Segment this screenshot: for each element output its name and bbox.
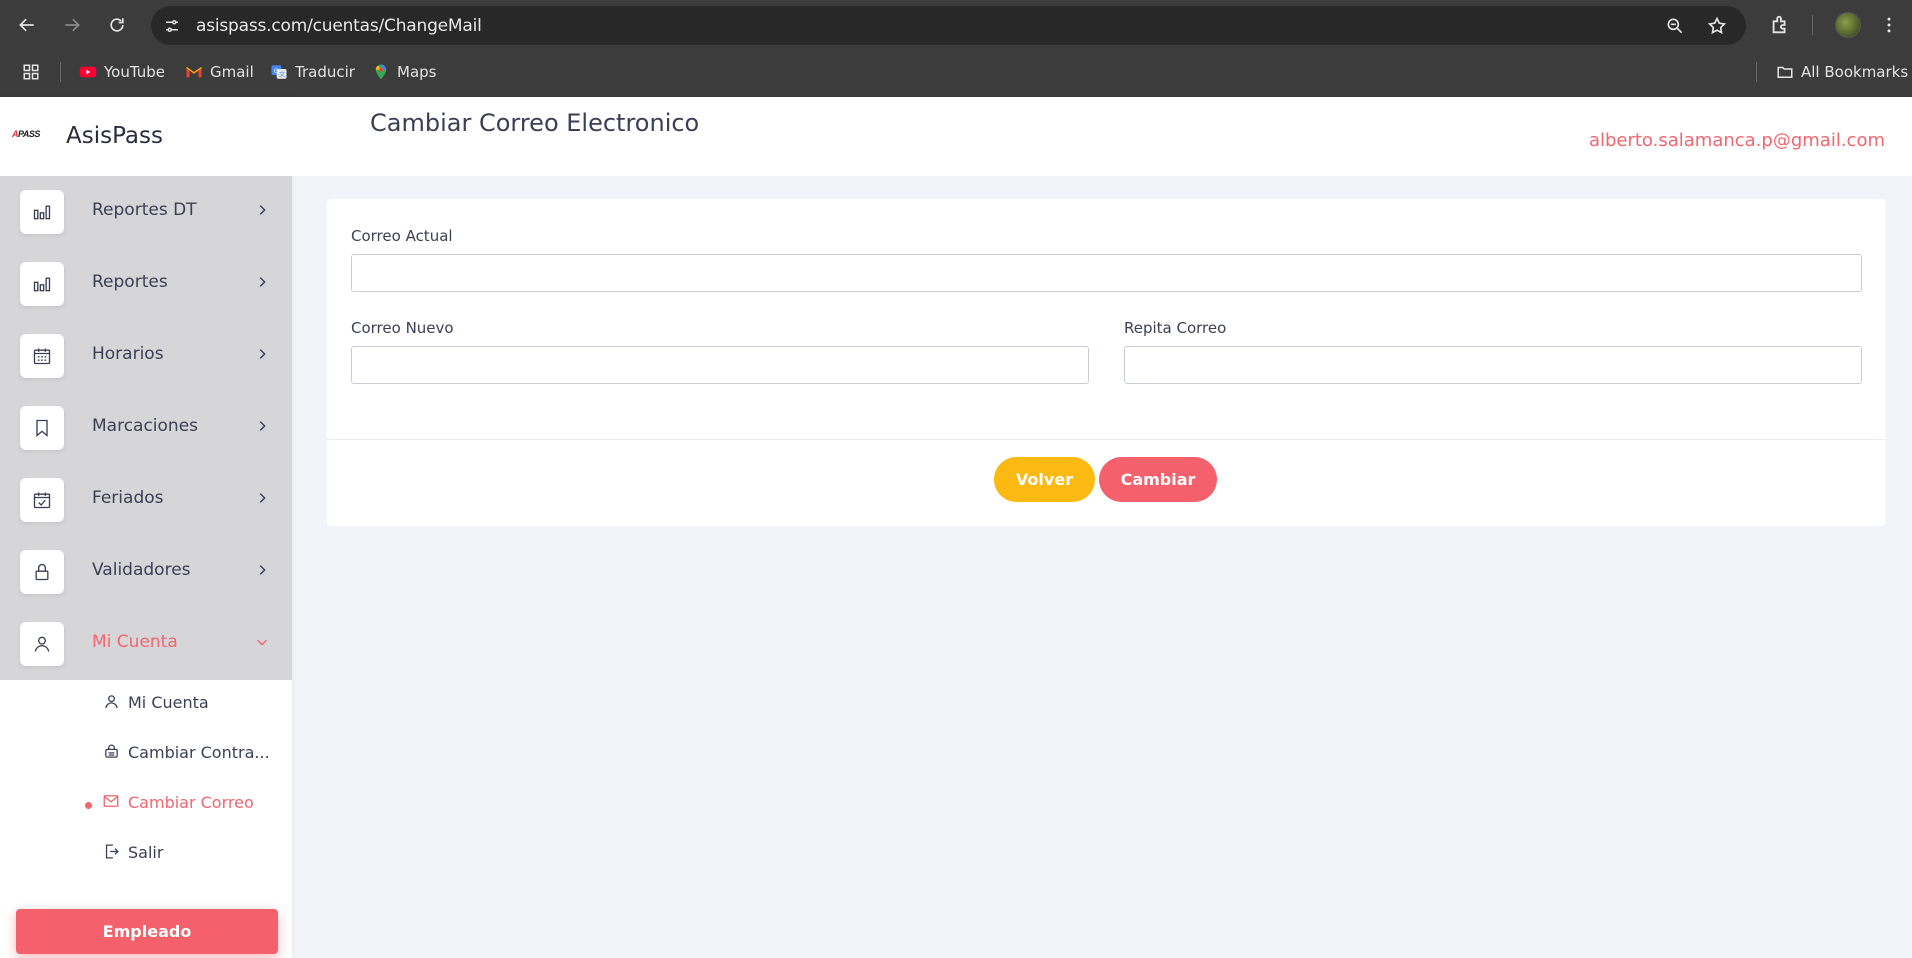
sidebar-item-reportes-dt[interactable]: Reportes DT xyxy=(0,176,292,248)
repeat-email-label: Repita Correo xyxy=(1124,319,1227,337)
folder-icon xyxy=(1776,63,1794,81)
sidebar-item-label: Marcaciones xyxy=(92,416,199,436)
browser-toolbar: asispass.com/cuentas/ChangeMail xyxy=(0,0,1912,50)
sidebar-item-label: Feriados xyxy=(92,488,164,508)
back-icon[interactable] xyxy=(12,10,42,40)
calendar-check-icon xyxy=(20,478,64,522)
all-bookmarks-label: All Bookmarks xyxy=(1801,63,1909,81)
chevron-down-icon xyxy=(254,634,270,650)
active-indicator-dot xyxy=(85,802,92,809)
bookmark-label: YouTube xyxy=(104,63,165,81)
bookmark-gmail[interactable]: Gmail xyxy=(185,59,254,85)
brand-name: AsisPass xyxy=(66,123,163,149)
submenu-item-label: Cambiar Correo xyxy=(128,793,254,812)
maps-icon xyxy=(372,63,390,81)
brand-header[interactable]: APASS AsisPass xyxy=(0,97,292,176)
sidebar-submenu: Mi Cuenta Cambiar Contra... Cambiar Corr… xyxy=(0,680,292,880)
site-info-icon[interactable] xyxy=(161,15,183,37)
svg-text:文: 文 xyxy=(279,71,285,79)
bookmark-icon xyxy=(20,406,64,450)
new-email-label: Correo Nuevo xyxy=(351,319,454,337)
submenu-item-salir[interactable]: Salir xyxy=(0,830,292,870)
current-email-label: Correo Actual xyxy=(351,227,453,245)
brand-logo: APASS xyxy=(12,129,40,139)
page-header: Cambiar Correo Electronico alberto.salam… xyxy=(292,97,1912,176)
chevron-right-icon xyxy=(254,562,270,578)
bar-chart-icon xyxy=(20,262,64,306)
bookmarks-separator xyxy=(1756,62,1757,82)
logout-icon xyxy=(102,842,120,860)
sidebar-item-mi-cuenta[interactable]: Mi Cuenta xyxy=(0,608,292,680)
user-icon xyxy=(20,622,64,666)
submenu-item-cambiar-correo[interactable]: Cambiar Correo xyxy=(0,780,292,820)
bookmarks-separator xyxy=(60,62,61,82)
bookmark-label: Maps xyxy=(397,63,437,81)
sidebar-item-label: Validadores xyxy=(92,560,191,580)
more-menu-icon[interactable] xyxy=(1875,11,1903,39)
calendar-icon xyxy=(20,334,64,378)
forward-icon[interactable] xyxy=(57,10,87,40)
url-text[interactable]: asispass.com/cuentas/ChangeMail xyxy=(196,16,482,36)
bookmark-maps[interactable]: Maps xyxy=(372,59,436,85)
browser-chrome: asispass.com/cuentas/ChangeMail YouTube xyxy=(0,0,1912,97)
translate-icon: G文 xyxy=(270,63,288,81)
lock-icon xyxy=(20,550,64,594)
sidebar-item-label: Horarios xyxy=(92,344,164,364)
sidebar-item-reportes[interactable]: Reportes xyxy=(0,248,292,320)
user-email[interactable]: alberto.salamanca.p@gmail.com xyxy=(1589,130,1885,151)
profile-avatar[interactable] xyxy=(1834,11,1862,39)
bookmark-label: Traducir xyxy=(295,63,355,81)
sidebar-item-label: Reportes xyxy=(92,272,168,292)
back-button[interactable]: Volver xyxy=(994,457,1095,502)
bookmark-youtube[interactable]: YouTube xyxy=(79,59,165,85)
sidebar-item-validadores[interactable]: Validadores xyxy=(0,536,292,608)
submit-button[interactable]: Cambiar xyxy=(1099,457,1217,502)
sidebar-item-label: Mi Cuenta xyxy=(92,632,178,652)
submenu-item-label: Mi Cuenta xyxy=(128,693,209,712)
submenu-item-mi-cuenta[interactable]: Mi Cuenta xyxy=(0,680,292,720)
gmail-icon xyxy=(185,63,203,81)
zoom-icon[interactable] xyxy=(1663,14,1687,38)
page-title: Cambiar Correo Electronico xyxy=(370,109,700,137)
toolbar-separator xyxy=(1812,15,1813,35)
chevron-right-icon xyxy=(254,346,270,362)
sidebar-item-feriados[interactable]: Feriados xyxy=(0,464,292,536)
card-divider xyxy=(327,439,1885,440)
chevron-right-icon xyxy=(254,274,270,290)
submenu-item-label: Cambiar Contra... xyxy=(128,743,270,762)
sidebar-item-label: Reportes DT xyxy=(92,200,197,220)
new-email-input[interactable] xyxy=(351,346,1089,384)
apps-grid-icon[interactable] xyxy=(22,59,40,85)
sidebar-item-marcaciones[interactable]: Marcaciones xyxy=(0,392,292,464)
reload-icon[interactable] xyxy=(102,10,132,40)
submenu-item-label: Salir xyxy=(128,843,164,862)
mail-icon xyxy=(102,792,120,810)
current-email-input[interactable] xyxy=(351,254,1862,292)
submenu-item-cambiar-contrasena[interactable]: Cambiar Contra... xyxy=(0,730,292,770)
chevron-right-icon xyxy=(254,202,270,218)
repeat-email-input[interactable] xyxy=(1124,346,1862,384)
sidebar: APASS AsisPass Reportes DT Reportes Hora… xyxy=(0,97,292,958)
address-bar[interactable]: asispass.com/cuentas/ChangeMail xyxy=(151,6,1746,45)
bookmark-label: Gmail xyxy=(210,63,254,81)
chevron-right-icon xyxy=(254,490,270,506)
key-icon xyxy=(102,742,120,760)
sidebar-item-horarios[interactable]: Horarios xyxy=(0,320,292,392)
svg-text:G: G xyxy=(274,68,279,75)
change-email-card: Correo Actual Correo Nuevo Repita Correo… xyxy=(327,199,1885,526)
bookmark-traducir[interactable]: G文 Traducir xyxy=(270,59,355,85)
bookmarks-bar: YouTube Gmail G文 Traducir Maps All Bookm… xyxy=(0,56,1912,88)
all-bookmarks[interactable]: All Bookmarks xyxy=(1776,59,1908,85)
role-button[interactable]: Empleado xyxy=(16,909,278,954)
star-icon[interactable] xyxy=(1705,14,1729,38)
extensions-icon[interactable] xyxy=(1766,11,1794,39)
chevron-right-icon xyxy=(254,418,270,434)
bar-chart-icon xyxy=(20,190,64,234)
youtube-icon xyxy=(79,63,97,81)
sidebar-menu: Reportes DT Reportes Horarios Marcacione… xyxy=(0,176,292,680)
app-viewport: APASS AsisPass Reportes DT Reportes Hora… xyxy=(0,97,1912,958)
user-icon xyxy=(102,692,120,710)
